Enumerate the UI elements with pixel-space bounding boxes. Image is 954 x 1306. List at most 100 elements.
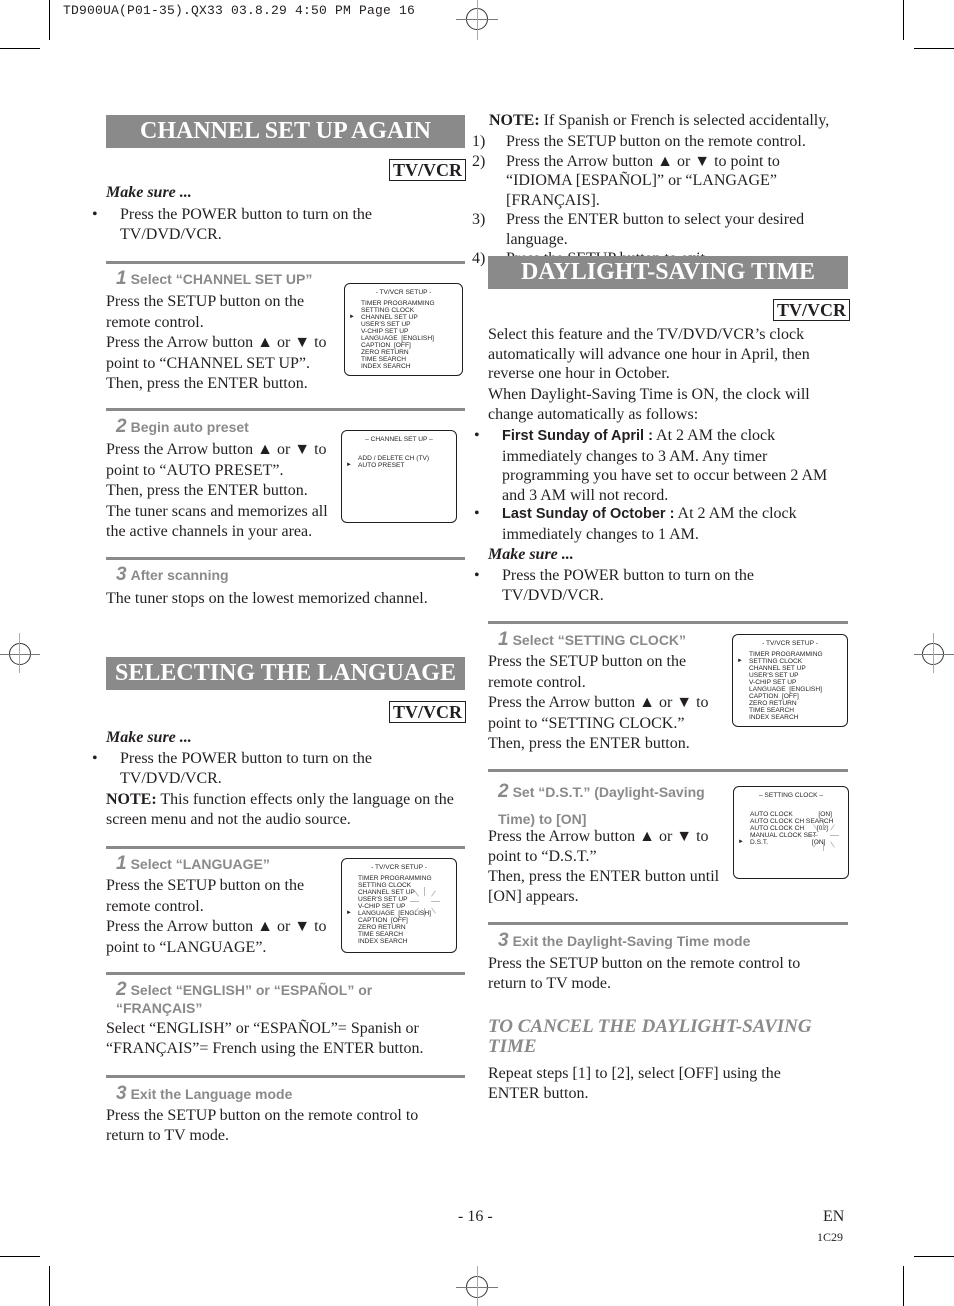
bullet-icon: • [474,567,480,584]
osd-item-label: SETTING CLOCK [358,882,412,889]
osd-item-label: CHANNEL SET UP [358,889,415,896]
language-note: NOTE: This function effects only the lan… [106,790,456,830]
osd-item-label: USER'S SET UP [361,321,411,328]
osd-item-label: INDEX SEARCH [361,363,411,370]
step-body: Press the SETUP button on the remote con… [488,652,728,755]
osd-menu-item: TIMER PROGRAMMING [345,300,462,307]
make-sure-text: Press the POWER button to turn on the TV… [120,750,372,787]
step-divider [106,408,465,411]
osd-menu-tvvcr-setup: - TV/VCR SETUP - TIMER PROGRAMMING SETTING… [344,283,463,376]
osd-item-label: AUTO CLOCK [ON] [750,811,832,818]
registration-line [914,654,954,655]
list-number: 1) [472,133,486,150]
osd-item-label: LANGUAGE [ENGLISH] [361,335,434,342]
osd-menu-item: ZERO RETURN [345,349,462,356]
step-divider [106,846,465,849]
step-body: Press the Arrow button ▲ or ▼ to point t… [106,440,341,543]
registration-line [477,0,478,40]
step-title: Exit the Language mode [130,1086,293,1102]
make-sure-text: Press the POWER button to turn on the TV… [120,206,372,243]
section-title-channel-setup: CHANNEL SET UP AGAIN [106,115,465,148]
step-title: Select “ENGLISH” or “ESPAÑOL” or “FRANÇA… [116,982,373,1016]
crop-mark [49,1266,50,1306]
osd-menu-item: ► SETTING CLOCK [733,658,847,665]
note-list-item: 1) Press the SETUP button on the remote c… [472,132,849,152]
step-text: Then, press the ENTER button. [106,375,308,392]
spanish-note: NOTE: If Spanish or French is selected a… [489,111,854,131]
step-text: Press the SETUP button on the remote con… [488,653,687,691]
note-list-item: 2) Press the Arrow button ▲ or ▼ to point… [472,152,849,211]
step-body: Select “ENGLISH” or “ESPAÑOL”= Spanish o… [106,1020,424,1057]
step-text: The tuner scans and memorizes all the ac… [106,502,328,541]
step-body: Press the SETUP button on the remote con… [488,955,801,992]
bullet-icon: • [92,206,98,223]
osd-menu-tvvcr-setup: - TV/VCR SETUP - TIMER PROGRAMMING SETTING… [341,858,457,953]
dst-bullet: • Last Sunday of October : At 2 AM the cl… [474,504,854,544]
registration-line [19,633,20,673]
osd-item-label: MANUAL CLOCK SET [750,832,817,839]
step-number: 3 [498,930,509,951]
make-sure-text: Press the POWER button to turn on the TV… [502,567,754,604]
osd-menu-item: V-CHIP SET UP [733,679,847,686]
step-divider [488,922,848,925]
osd-menu-item: TIME SEARCH [733,707,847,714]
osd-menu-item: CAPTION [OFF] [733,693,847,700]
step-heading: 2 Select “ENGLISH” or “ESPAÑOL” or “FRANÇ… [116,980,416,1017]
registration-line [0,654,40,655]
osd-item-label: USER'S SET UP [358,896,408,903]
osd-menu-item: LANGUAGE [ENGLISH] [345,335,462,342]
osd-item-label: CAPTION [OFF] [358,917,408,924]
step-heading: 1 Select “CHANNEL SET UP” [116,269,312,288]
list-number: 3) [472,211,486,228]
list-text: Press the SETUP button on the remote con… [506,133,806,150]
osd-menu-item: ZERO RETURN [342,924,456,931]
step-text: Then, press the ENTER button. [106,482,308,499]
osd-item-label: INDEX SEARCH [358,938,408,945]
osd-menu-item: SETTING CLOCK [345,307,462,314]
osd-item-label: ZERO RETURN [749,700,797,707]
crop-mark [0,48,40,49]
step-text: Press the Arrow button ▲ or ▼ to point t… [488,694,709,732]
page-number: - 16 - [458,1208,493,1225]
osd-menu-item: ► CHANNEL SET UP [345,314,462,321]
osd-menu-item: CAPTION [OFF] [342,917,456,924]
step-text: Press the SETUP button on the remote con… [106,293,305,331]
step-heading: 1 Select “SETTING CLOCK” [498,629,686,650]
pointer-icon: ► [346,910,352,916]
step-number: 2 [498,781,509,802]
step-heading: 3 Exit the Language mode [116,1083,293,1104]
crop-mark [903,0,904,40]
list-number: 2) [472,152,486,170]
language-code: EN [823,1208,845,1225]
osd-menu-item: ► AUTO PRESET [342,462,456,469]
flash-indicator-icon [809,821,839,851]
dst-intro-2: When Daylight-Saving Time is ON, the clo… [488,386,810,423]
osd-menu-item: TIMER PROGRAMMING [733,651,847,658]
osd-item-label: TIME SEARCH [358,931,404,938]
step-text: Press the Arrow button ▲ or ▼ to point t… [106,918,327,956]
step-number: 1 [498,629,509,650]
registration-line [933,633,934,673]
step-heading: 2 Begin auto preset [116,417,249,436]
step-title: After scanning [130,567,229,583]
osd-title: – SETTING CLOCK – [758,792,824,799]
bullet-label: First Sunday of April : [502,428,653,444]
step-number: 3 [116,1083,127,1104]
list-text: Press the Arrow button ▲ or ▼ to point t… [506,152,780,209]
crop-mark [914,1256,954,1257]
osd-item-label: LANGUAGE [ENGLISH] [749,686,822,693]
osd-menu-item: AUTO CLOCK [ON] [734,811,848,818]
osd-item-label: TIMER PROGRAMMING [361,300,435,307]
note-label: NOTE: [106,791,157,808]
osd-item-label: TIME SEARCH [749,707,795,714]
cancel-dst-heading: TO CANCEL THE DAYLIGHT-SAVING TIME [488,1016,812,1057]
osd-menu-item: ADD / DELETE CH (TV) [342,455,456,462]
step-title: Set “D.S.T.” (Daylight-Saving Time) to [… [498,784,705,827]
osd-menu-item: V-CHIP SET UP [345,328,462,335]
osd-title: - TV/VCR SETUP - [762,640,818,647]
pointer-icon: ► [346,462,352,468]
pointer-icon: ► [737,658,743,664]
crop-mark [903,1266,904,1306]
bullet-label: Last Sunday of October : [502,506,675,522]
osd-menu-item: LANGUAGE [ENGLISH] [733,686,847,693]
